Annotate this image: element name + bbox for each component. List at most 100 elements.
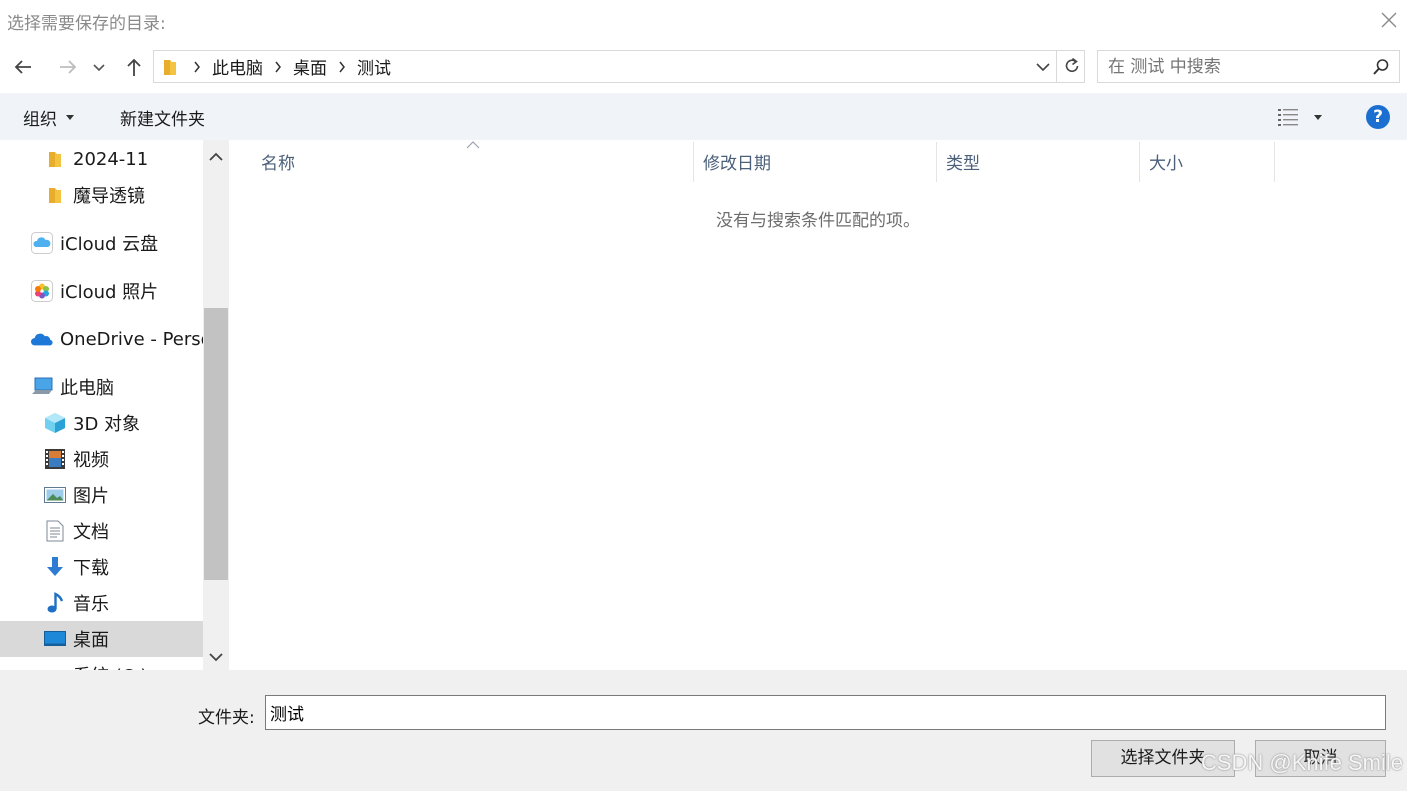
sidebar-item-downloads[interactable]: 下载 [0, 549, 203, 585]
icloud-drive-icon [31, 232, 53, 254]
change-view-button[interactable] [1272, 103, 1332, 131]
sidebar-item-icloud-photos[interactable]: iCloud 照片 [0, 273, 203, 309]
select-folder-button[interactable]: 选择文件夹 [1091, 740, 1235, 777]
chevron-down-icon [209, 653, 223, 662]
column-header-date-modified[interactable]: 修改日期 [703, 140, 936, 182]
breadcrumb-item-this-pc[interactable]: 此电脑 [207, 54, 268, 79]
sidebar-item-this-pc[interactable]: 此电脑 [0, 369, 203, 405]
sidebar-item-label: iCloud 照片 [60, 282, 159, 303]
column-divider[interactable] [1139, 142, 1140, 182]
sidebar-item-2024-11[interactable]: 2024-11 [0, 141, 203, 177]
sidebar-item-label: 此电脑 [60, 378, 114, 399]
back-button[interactable] [8, 52, 38, 82]
folder-label: 文件夹: [198, 708, 255, 728]
command-bar: 组织 新建文件夹 ? [0, 93, 1407, 140]
sidebar-item-label: 3D 对象 [73, 414, 141, 435]
address-history-button[interactable] [1030, 51, 1056, 82]
sidebar-item-label: 系统 (C:) [73, 662, 147, 670]
sidebar-item-label: 下载 [73, 558, 109, 579]
sidebar-item-documents[interactable]: 文档 [0, 513, 203, 549]
navigation-scrollbar[interactable] [203, 140, 229, 670]
breadcrumb-separator-icon[interactable] [187, 61, 207, 73]
recent-locations-button[interactable] [88, 52, 110, 82]
folder-name-input[interactable] [265, 695, 1386, 730]
breadcrumb-item-desktop[interactable]: 桌面 [288, 54, 332, 79]
caret-down-icon [1314, 115, 1322, 120]
file-list: 名称 修改日期 类型 大小 没有与搜索条件匹配的项。 [230, 140, 1407, 670]
chevron-down-icon [1036, 63, 1050, 72]
up-button[interactable] [119, 52, 149, 82]
navigation-pane: 2024-11 魔导透镜 iCloud 云盘 iCloud 照片 OneDriv… [0, 140, 230, 670]
help-button[interactable]: ? [1366, 105, 1390, 129]
address-bar[interactable]: 此电脑 桌面 测试 [153, 50, 1085, 83]
sidebar-item-label: iCloud 云盘 [60, 234, 159, 255]
sidebar-item-label: 文档 [73, 522, 109, 543]
column-divider[interactable] [693, 142, 694, 182]
scroll-thumb[interactable] [204, 308, 228, 580]
breadcrumb: 此电脑 桌面 测试 [154, 51, 396, 82]
organize-menu-button[interactable]: 组织 [23, 105, 74, 130]
onedrive-icon [31, 328, 53, 350]
navigation-bar: 此电脑 桌面 测试 [0, 40, 1407, 92]
3d-objects-icon [44, 412, 66, 434]
cancel-button[interactable]: 取消 [1255, 740, 1386, 777]
column-header-type[interactable]: 类型 [946, 140, 1139, 182]
sidebar-item-label: 视频 [73, 450, 109, 471]
close-button[interactable] [1371, 0, 1407, 40]
empty-results-message: 没有与搜索条件匹配的项。 [716, 211, 920, 231]
this-pc-icon [31, 376, 53, 398]
sidebar-item-label: 2024-11 [73, 148, 149, 170]
sidebar-item-desktop[interactable]: 桌面 [0, 621, 203, 657]
breadcrumb-separator-icon[interactable] [332, 61, 352, 73]
music-icon [44, 592, 66, 614]
arrow-up-icon [127, 58, 141, 76]
sidebar-item-pictures[interactable]: 图片 [0, 477, 203, 513]
search-box[interactable] [1097, 50, 1400, 83]
desktop-icon [44, 628, 66, 650]
icloud-photos-icon [31, 280, 53, 302]
chevron-up-icon [209, 152, 223, 161]
downloads-icon [44, 556, 66, 578]
pictures-icon [44, 484, 66, 506]
breadcrumb-separator-icon[interactable] [268, 61, 288, 73]
column-header-name[interactable]: 名称 [261, 140, 693, 182]
refresh-icon [1065, 57, 1079, 72]
sidebar-item-onedrive[interactable]: OneDrive - Perso [0, 321, 203, 357]
sidebar-item-label: 图片 [73, 486, 109, 507]
column-divider[interactable] [936, 142, 937, 182]
scroll-down-button[interactable] [203, 645, 229, 670]
documents-icon [44, 520, 66, 542]
sidebar-item-music[interactable]: 音乐 [0, 585, 203, 621]
search-input[interactable] [1098, 51, 1366, 82]
column-header-size[interactable]: 大小 [1149, 140, 1274, 182]
details-view-icon [1278, 109, 1298, 126]
forward-button[interactable] [53, 52, 83, 82]
chevron-down-icon [93, 64, 105, 72]
search-icon [1373, 59, 1389, 75]
scroll-up-button[interactable] [203, 144, 229, 170]
arrow-left-icon [14, 60, 31, 74]
caret-down-icon [66, 115, 74, 120]
folder-icon [164, 59, 176, 75]
column-divider[interactable] [1274, 142, 1275, 182]
sidebar-item-system-drive[interactable]: 系统 (C:) [0, 657, 203, 670]
new-folder-button[interactable]: 新建文件夹 [120, 105, 205, 130]
close-icon [1381, 12, 1397, 28]
videos-icon [44, 448, 66, 470]
sidebar-item-label: 魔导透镜 [73, 186, 145, 207]
sidebar-item-magic-lens[interactable]: 魔导透镜 [0, 177, 203, 213]
sidebar-item-label: 音乐 [73, 594, 109, 615]
title-bar: 选择需要保存的目录: [0, 0, 1407, 40]
folder-icon [44, 148, 66, 170]
dialog-footer: 文件夹: 选择文件夹 取消 CSDN @Knife Smile [0, 670, 1407, 791]
organize-label: 组织 [23, 110, 57, 130]
folder-icon [44, 184, 66, 206]
sidebar-item-icloud-drive[interactable]: iCloud 云盘 [0, 225, 203, 261]
sidebar-item-label: 桌面 [73, 630, 109, 651]
breadcrumb-item-test[interactable]: 测试 [352, 54, 396, 79]
dialog-title: 选择需要保存的目录: [7, 14, 166, 34]
refresh-button[interactable] [1056, 51, 1085, 82]
sidebar-item-3d-objects[interactable]: 3D 对象 [0, 405, 203, 441]
sidebar-item-videos[interactable]: 视频 [0, 441, 203, 477]
sidebar-item-label: OneDrive - Perso [60, 328, 203, 350]
